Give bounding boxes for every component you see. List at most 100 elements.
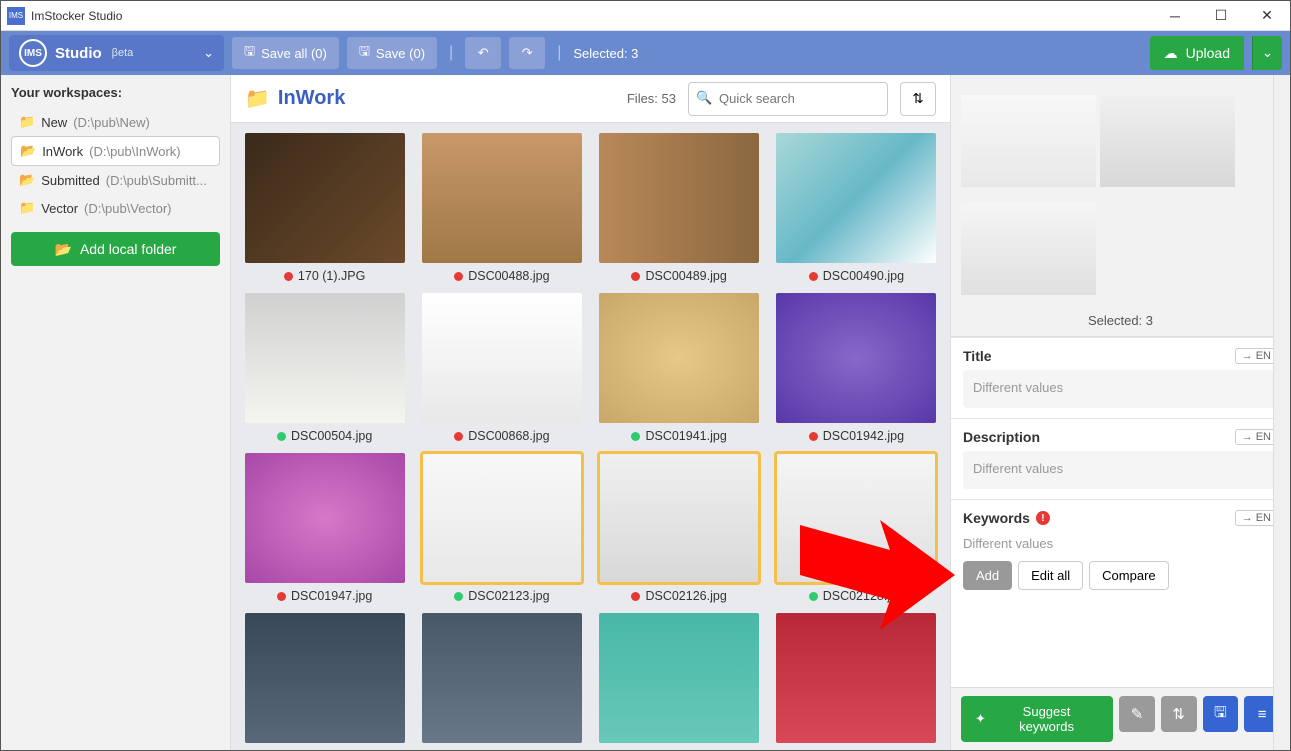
brand-dropdown[interactable]: IMS Studio βeta ⌄ [9, 35, 224, 71]
status-dot [809, 592, 818, 601]
thumbnail[interactable] [596, 613, 763, 743]
upload-button[interactable]: ☁ Upload [1150, 36, 1244, 70]
minimize-button[interactable]: ─ [1152, 1, 1198, 31]
folder-icon: 📂 [19, 172, 35, 188]
sort-button[interactable]: ⇅ [900, 82, 936, 116]
thumbnail[interactable]: DSC01942.jpg [773, 293, 940, 443]
sort-keywords-button[interactable]: ⇅ [1161, 696, 1197, 732]
chevron-down-icon: ⌄ [203, 45, 214, 61]
thumbnail-label: 170 (1).JPG [284, 269, 365, 283]
status-dot [631, 432, 640, 441]
search-icon: 🔍 [696, 90, 712, 106]
window-titlebar: IMS ImStocker Studio ─ ☐ ✕ [1, 1, 1290, 31]
thumbnail-label: DSC01941.jpg [631, 429, 726, 443]
upload-dropdown[interactable]: ⌄ [1252, 36, 1282, 70]
main-panel: 📁 InWork Files: 53 🔍 ⇅ 170 (1).JPG DSC004… [231, 75, 950, 750]
thumbnail-image [776, 293, 936, 423]
files-count: Files: 53 [627, 91, 676, 106]
thumbnail-image [245, 613, 405, 743]
title-section: Title → EN Different values [951, 337, 1290, 418]
thumbnail[interactable] [418, 613, 585, 743]
thumbnail[interactable] [241, 613, 408, 743]
thumbnail[interactable]: DSC00489.jpg [596, 133, 763, 283]
cloud-upload-icon: ☁ [1164, 45, 1178, 62]
thumbnail-image [776, 453, 936, 583]
keywords-edit-all-button[interactable]: Edit all [1018, 561, 1083, 590]
status-dot [284, 272, 293, 281]
keywords-lang-toggle[interactable]: → EN [1235, 510, 1278, 526]
title-label: Title [963, 348, 992, 364]
folder-title: 📁 InWork [245, 86, 345, 111]
sort-icon: ⇅ [912, 91, 923, 107]
thumbnail-label: DSC01947.jpg [277, 589, 372, 603]
description-lang-toggle[interactable]: → EN [1235, 429, 1278, 445]
thumbnail[interactable]: DSC01941.jpg [596, 293, 763, 443]
thumbnail-image [422, 293, 582, 423]
folder-icon: 📂 [20, 143, 36, 159]
description-section: Description → EN Different values [951, 418, 1290, 499]
status-dot [454, 592, 463, 601]
warning-icon: ! [1036, 511, 1050, 525]
thumbnail-label: DSC00488.jpg [454, 269, 549, 283]
thumbnail[interactable]: DSC02126.jpg [596, 453, 763, 603]
folder-icon: 📁 [19, 200, 35, 216]
thumbnail-label: DSC02128.jpg [809, 589, 904, 603]
save-metadata-button[interactable]: 🖫 [1203, 696, 1239, 732]
thumbnail-image [599, 613, 759, 743]
edit-button[interactable]: ✎ [1119, 696, 1155, 732]
maximize-button[interactable]: ☐ [1198, 1, 1244, 31]
close-button[interactable]: ✕ [1244, 1, 1290, 31]
sidebar-item-new[interactable]: 📁 New (D:\pub\New) [11, 108, 220, 136]
save-button[interactable]: 🖫 Save (0) [347, 37, 437, 69]
panel-selected-count: Selected: 3 [951, 305, 1290, 337]
scrollbar[interactable] [1273, 75, 1290, 750]
thumbnail[interactable]: DSC02128.jpg [773, 453, 940, 603]
add-local-folder-button[interactable]: 📂 Add local folder [11, 232, 220, 266]
keywords-add-button[interactable]: Add [963, 561, 1012, 590]
folder-icon: 📁 [19, 114, 35, 130]
thumbnail-image [422, 613, 582, 743]
thumbnail[interactable]: DSC00488.jpg [418, 133, 585, 283]
keywords-compare-button[interactable]: Compare [1089, 561, 1168, 590]
title-input[interactable]: Different values [963, 370, 1278, 408]
brand-icon: IMS [19, 39, 47, 67]
redo-button[interactable]: ↷ [509, 37, 545, 69]
sidebar-item-vector[interactable]: 📁 Vector (D:\pub\Vector) [11, 194, 220, 222]
undo-button[interactable]: ↶ [465, 37, 501, 69]
folder-icon: 📁 [245, 86, 270, 111]
thumbnail[interactable]: DSC02123.jpg [418, 453, 585, 603]
thumbnail[interactable]: DSC00504.jpg [241, 293, 408, 443]
thumbnail[interactable]: DSC00868.jpg [418, 293, 585, 443]
save-all-button[interactable]: 🖫 Save all (0) [232, 37, 339, 69]
thumbnail-image [776, 133, 936, 263]
workspaces-title: Your workspaces: [11, 85, 220, 100]
suggest-keywords-button[interactable]: ✦ Suggest keywords [961, 696, 1113, 742]
separator: | [553, 44, 565, 62]
status-dot [277, 592, 286, 601]
preview-area [951, 75, 1290, 305]
sidebar-item-submitted[interactable]: 📂 Submitted (D:\pub\Submitt... [11, 166, 220, 194]
thumbnail-label: DSC01942.jpg [809, 429, 904, 443]
thumbnail-image [245, 133, 405, 263]
title-lang-toggle[interactable]: → EN [1235, 348, 1278, 364]
search-input[interactable] [688, 82, 888, 116]
app-toolbar: IMS Studio βeta ⌄ 🖫 Save all (0) 🖫 Save … [1, 31, 1290, 75]
description-input[interactable]: Different values [963, 451, 1278, 489]
panel-bottom-bar: ✦ Suggest keywords ✎ ⇅ 🖫 ≡ [951, 687, 1290, 750]
preview-thumb[interactable] [961, 203, 1096, 295]
sort-icon: ⇅ [1172, 705, 1185, 723]
menu-icon: ≡ [1258, 706, 1267, 723]
sidebar-item-inwork[interactable]: 📂 InWork (D:\pub\InWork) [11, 136, 220, 166]
thumbnail[interactable]: DSC00490.jpg [773, 133, 940, 283]
thumbnail-label: DSC00868.jpg [454, 429, 549, 443]
thumbnail-label: DSC00490.jpg [809, 269, 904, 283]
thumbnail[interactable]: DSC01947.jpg [241, 453, 408, 603]
status-dot [809, 272, 818, 281]
preview-thumb[interactable] [1100, 95, 1235, 187]
thumbnail[interactable]: 170 (1).JPG [241, 133, 408, 283]
properties-panel: Selected: 3 Title → EN Different values … [950, 75, 1290, 750]
preview-thumb[interactable] [961, 95, 1096, 187]
thumbnail-image [599, 293, 759, 423]
thumbnail[interactable] [773, 613, 940, 743]
thumbnail-image [245, 453, 405, 583]
